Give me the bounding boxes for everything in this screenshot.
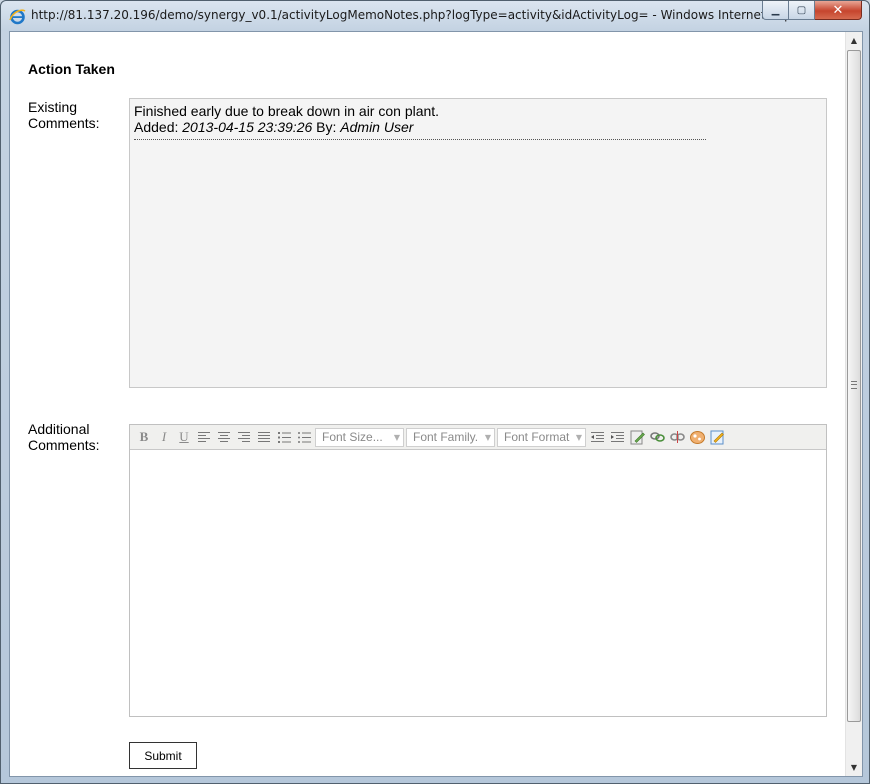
submit-button[interactable]: Submit xyxy=(129,742,197,769)
indent-icon[interactable] xyxy=(607,427,627,447)
align-justify-icon[interactable] xyxy=(254,427,274,447)
existing-comments-box: Finished early due to break down in air … xyxy=(129,98,827,388)
existing-comments-label: Existing Comments: xyxy=(28,99,123,131)
additional-comments-label: Additional Comments: xyxy=(28,421,123,453)
page-viewport: Action Taken Existing Comments: Finished… xyxy=(9,31,863,777)
maximize-button[interactable]: ▢ xyxy=(789,1,815,20)
font-family-value: Font Family. xyxy=(413,430,479,444)
font-format-value: Font Format xyxy=(504,430,570,444)
editor-toolbar: B I U Font Size... ▼ Font Family. ▼ Font… xyxy=(130,425,826,450)
chevron-down-icon: ▼ xyxy=(393,432,400,442)
font-family-select[interactable]: Font Family. ▼ xyxy=(406,427,495,447)
bold-button[interactable]: B xyxy=(134,427,154,447)
italic-button[interactable]: I xyxy=(154,427,174,447)
edit-html-icon[interactable] xyxy=(627,427,647,447)
window-title: http://81.137.20.196/demo/synergy_v0.1/a… xyxy=(31,8,820,22)
page-title: Action Taken xyxy=(28,61,115,77)
scrollbar-thumb[interactable] xyxy=(847,50,861,722)
comment-added-prefix: Added: xyxy=(134,119,179,135)
bullet-list-icon[interactable] xyxy=(294,427,314,447)
internet-explorer-icon xyxy=(9,9,26,25)
additional-comments-editor-area[interactable] xyxy=(130,450,826,716)
align-left-icon[interactable] xyxy=(194,427,214,447)
additional-label-line2: Comments: xyxy=(28,437,100,453)
comment-meta: Added: 2013-04-15 23:39:26 By: Admin Use… xyxy=(134,119,822,135)
scrollbar-grip-icon xyxy=(851,381,857,389)
window-controls: ▁ ▢ ✕ xyxy=(762,1,862,21)
rich-text-editor: B I U Font Size... ▼ Font Family. ▼ Font… xyxy=(129,424,827,717)
align-center-icon[interactable] xyxy=(214,427,234,447)
underline-button[interactable]: U xyxy=(174,427,194,447)
image-icon[interactable] xyxy=(687,427,707,447)
comment-by-prefix: By: xyxy=(316,119,337,135)
browser-window: http://81.137.20.196/demo/synergy_v0.1/a… xyxy=(0,0,870,784)
existing-label-line2: Comments: xyxy=(28,115,100,131)
chevron-down-icon: ▼ xyxy=(484,432,491,442)
comment-text: Finished early due to break down in air … xyxy=(134,103,440,119)
title-bar[interactable]: http://81.137.20.196/demo/synergy_v0.1/a… xyxy=(1,1,869,31)
scroll-up-arrow-icon[interactable]: ▲ xyxy=(846,32,862,49)
chevron-down-icon: ▼ xyxy=(575,432,582,442)
comment-author: Admin User xyxy=(340,119,414,135)
align-right-icon[interactable] xyxy=(234,427,254,447)
unlink-icon[interactable] xyxy=(667,427,687,447)
comment-timestamp: 2013-04-15 23:39:26 xyxy=(182,119,313,135)
insert-text-icon[interactable] xyxy=(707,427,727,447)
outdent-icon[interactable] xyxy=(587,427,607,447)
scroll-down-arrow-icon[interactable]: ▼ xyxy=(846,759,862,776)
numbered-list-icon[interactable] xyxy=(274,427,294,447)
font-size-value: Font Size... xyxy=(322,430,383,444)
font-format-select[interactable]: Font Format ▼ xyxy=(497,427,586,447)
font-size-select[interactable]: Font Size... ▼ xyxy=(315,427,404,447)
vertical-scrollbar[interactable]: ▲ ▼ xyxy=(845,32,862,776)
comment-separator xyxy=(134,139,706,140)
existing-label-line1: Existing xyxy=(28,99,78,115)
close-button[interactable]: ✕ xyxy=(815,1,862,20)
link-icon[interactable] xyxy=(647,427,667,447)
additional-label-line1: Additional xyxy=(28,421,90,437)
minimize-button[interactable]: ▁ xyxy=(762,1,789,20)
